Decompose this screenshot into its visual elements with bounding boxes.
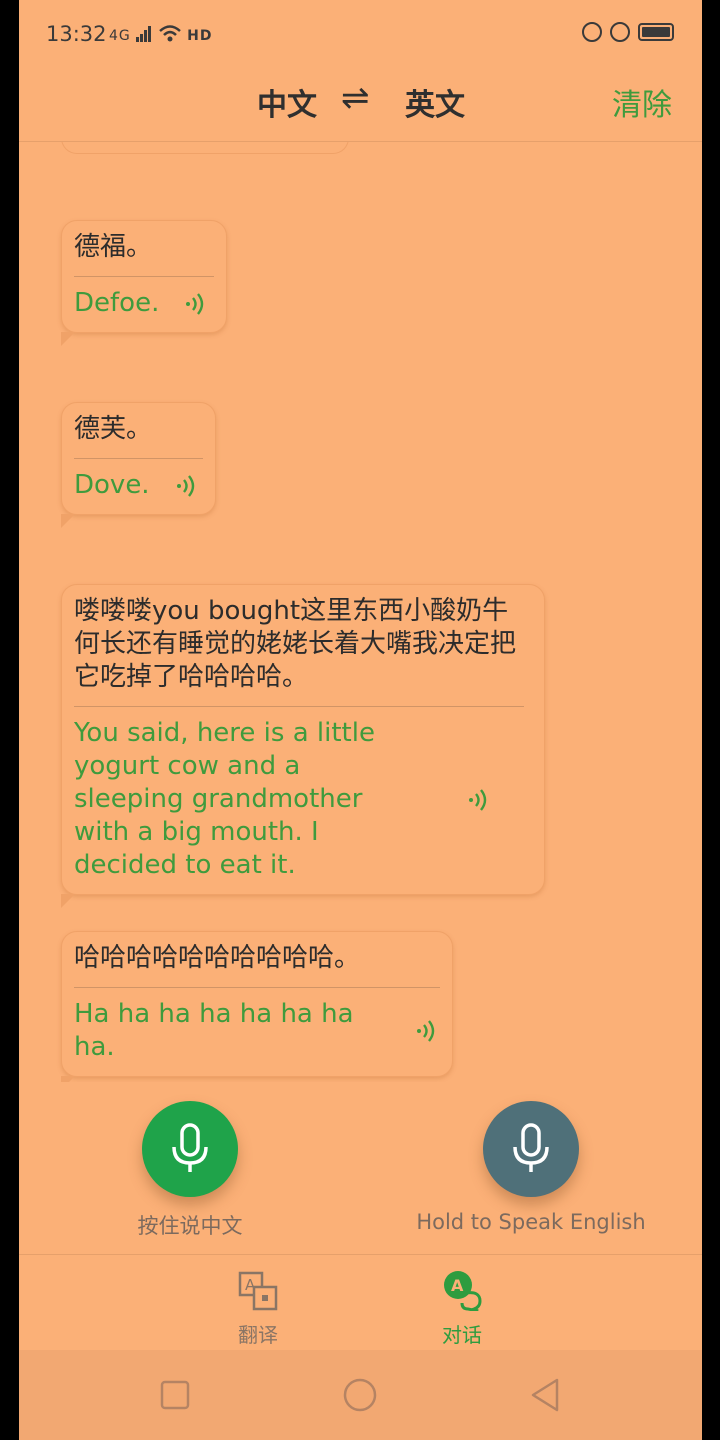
status-bar: 13:32 4G HD [19,0,702,70]
tab-translate-label: 翻译 [238,1323,278,1347]
tab-translate[interactable]: A 翻译 [218,1269,298,1348]
source-text: 德芙。 [74,413,203,459]
translation-text: Defoe. [74,288,160,318]
message-bubble: 喽喽喽you bought这里东西小酸奶牛何长还有睡觉的姥姥长着大嘴我决定把它吃… [61,584,545,908]
swap-languages-icon[interactable]: ⇌ [341,78,370,118]
home-icon[interactable] [342,1377,378,1413]
speaker-icon[interactable] [466,787,492,813]
battery-icon [638,23,674,41]
translation-text: You said, here is a little yogurt cow an… [74,718,375,880]
system-navigation-bar [19,1350,702,1440]
wifi-icon [158,25,181,42]
speaker-icon[interactable] [183,291,209,317]
tab-dialog[interactable]: A 对话 [422,1269,502,1348]
message-bubble: 德芙。 Dove. [61,402,216,528]
translate-icon: A [238,1271,278,1311]
dialog-icon: A [444,1271,482,1313]
source-text: 德福。 [74,231,214,277]
translation-text: Dove. [74,470,150,500]
source-language-button[interactable]: 中文 [257,80,317,124]
status-right-icons [582,22,674,42]
status-time: 13:32 [46,22,107,46]
microphone-icon [513,1123,549,1172]
language-header: 中文 ⇌ 英文 清除 [19,70,702,142]
conversation-list[interactable]: 德福。 Defoe. 德芙。 Dove. 喽喽喽you bought这里东西小酸… [19,142,702,1082]
message-bubble: 哈哈哈哈哈哈哈哈哈哈。 Ha ha ha ha ha ha ha ha. [61,931,453,1082]
back-icon[interactable] [529,1377,561,1413]
message-bubble: 德福。 Defoe. [61,220,227,346]
clear-button[interactable]: 清除 [612,80,672,124]
recent-apps-icon[interactable] [160,1380,190,1410]
previous-bubble-fragment [61,142,349,154]
alarm-icon [610,22,630,42]
speaker-icon[interactable] [174,473,200,499]
microphone-icon [172,1123,208,1172]
speak-english-button[interactable] [483,1101,579,1197]
network-type: 4G [109,28,131,44]
bottom-tab-bar: A 翻译 A 对话 [19,1254,702,1350]
svg-text:A: A [451,1276,464,1295]
app-screen: 13:32 4G HD 中文 ⇌ 英文 清除 德福。 Defoe. 德芙。 Do… [19,0,702,1440]
signal-bars-icon [136,26,152,42]
speaker-icon[interactable] [414,1018,440,1044]
source-text: 哈哈哈哈哈哈哈哈哈哈。 [74,942,440,988]
signal-icon: 4G HD [109,24,212,44]
tab-dialog-label: 对话 [442,1323,482,1347]
hd-icon: HD [187,28,213,44]
translation-text: Ha ha ha ha ha ha ha ha. [74,999,354,1062]
lock-rotation-icon [582,22,602,42]
target-language-button[interactable]: 英文 [405,80,465,124]
source-text: 喽喽喽you bought这里东西小酸奶牛何长还有睡觉的姥姥长着大嘴我决定把它吃… [74,595,524,707]
speak-chinese-button[interactable] [142,1101,238,1197]
speak-english-label: Hold to Speak English [416,1210,646,1234]
speak-chinese-label: 按住说中文 [137,1214,243,1238]
